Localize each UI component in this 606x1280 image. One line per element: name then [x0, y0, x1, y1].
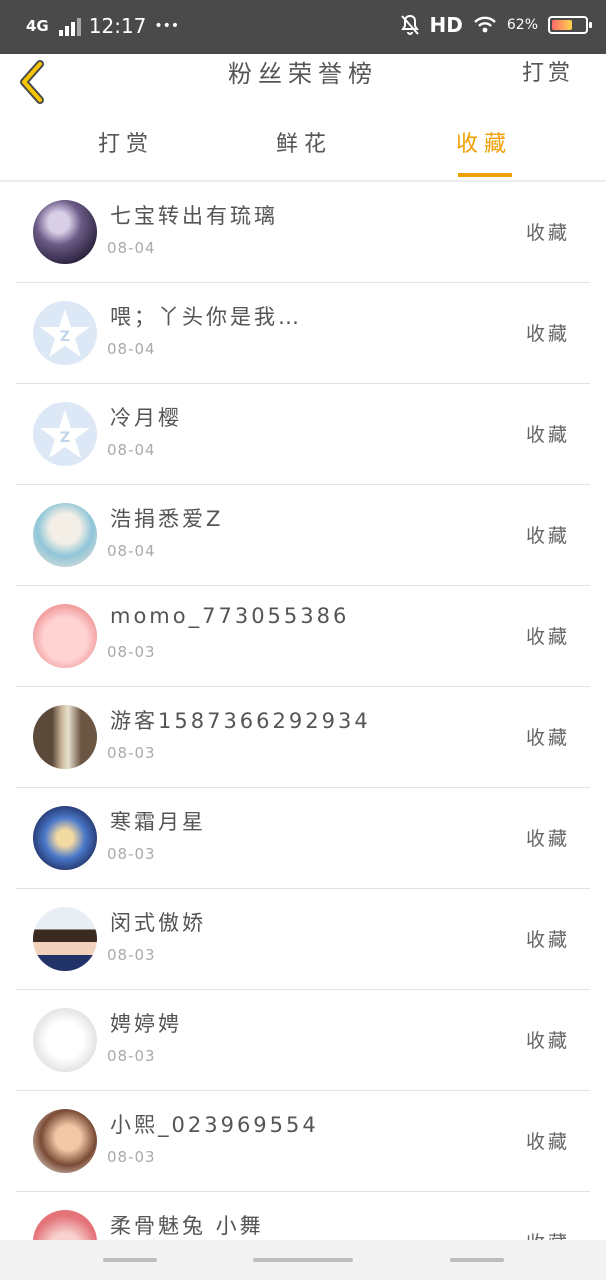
action-label: 收藏: [525, 727, 570, 749]
battery-icon: [548, 16, 592, 34]
user-name: 小熙_023969554: [110, 1113, 319, 1137]
status-bar: 4G 12:17 ••• HD 62%: [0, 0, 606, 54]
date-label: 08-04: [107, 340, 156, 358]
action-label: 收藏: [525, 626, 570, 648]
avatar[interactable]: [33, 503, 97, 567]
svg-text:Z: Z: [60, 329, 70, 345]
user-name: 冷月樱: [110, 406, 182, 430]
avatar[interactable]: [33, 1109, 97, 1173]
list-item[interactable]: Z 喂；丫头你是我… 08-04 收藏: [16, 283, 590, 384]
action-label: 收藏: [525, 1030, 570, 1052]
status-left: 4G 12:17 •••: [26, 14, 179, 38]
action-label: 收藏: [525, 424, 570, 446]
battery-percent: 62%: [506, 17, 538, 33]
more-dots: •••: [154, 18, 180, 34]
date-label: 08-03: [107, 643, 156, 661]
action-label: 收藏: [525, 929, 570, 951]
action-label: 收藏: [525, 828, 570, 850]
user-name: 娉婷娉: [110, 1012, 182, 1036]
hd-indicator: HD: [429, 13, 463, 37]
date-label: 08-03: [107, 744, 156, 762]
list-item[interactable]: 七宝转出有琉璃 08-04 收藏: [16, 182, 590, 283]
date-label: 08-04: [107, 441, 156, 459]
tip-button[interactable]: 打赏: [522, 54, 574, 94]
date-label: 08-04: [107, 239, 156, 257]
nav-back-button[interactable]: [450, 1258, 504, 1262]
list-item[interactable]: 寒霜月星 08-03 收藏: [16, 788, 590, 889]
date-label: 08-03: [107, 946, 156, 964]
avatar[interactable]: [33, 806, 97, 870]
avatar[interactable]: [33, 1210, 97, 1240]
date-label: 08-03: [107, 845, 156, 863]
nav-home-button[interactable]: [253, 1258, 353, 1262]
signal-icon: [58, 16, 81, 36]
tab-flowers[interactable]: 鲜花: [244, 114, 364, 180]
app-header: 粉丝荣誉榜 打赏: [0, 54, 606, 115]
list-item[interactable]: momo_773055386 08-03 收藏: [16, 586, 590, 687]
date-label: 08-03: [107, 1148, 156, 1166]
default-avatar-icon: Z: [40, 309, 90, 357]
system-nav-bar: [0, 1240, 606, 1280]
date-label: 08-04: [107, 542, 156, 560]
user-name: 浩捐悉爱Z: [110, 507, 224, 531]
network-type: 4G: [26, 17, 49, 35]
action-label: 收藏: [525, 1131, 570, 1153]
user-name: 七宝转出有琉璃: [110, 204, 278, 228]
tab-bar: 打赏 鲜花 收藏: [0, 114, 606, 182]
user-name: 寒霜月星: [110, 810, 206, 834]
fan-list: 七宝转出有琉璃 08-04 收藏 Z 喂；丫头你是我… 08-04 收藏 Z 冷月樱 08-04 收…: [0, 182, 606, 1240]
list-item[interactable]: 小熙_023969554 08-03 收藏: [16, 1091, 590, 1192]
action-label: 收藏: [526, 1228, 570, 1240]
list-item[interactable]: Z 冷月樱 08-04 收藏: [16, 384, 590, 485]
list-item[interactable]: 柔骨魅兔 小舞收藏: [16, 1192, 590, 1240]
svg-text:Z: Z: [60, 430, 70, 446]
list-item[interactable]: 游客1587366292934 08-03 收藏: [16, 687, 590, 788]
user-name: 喂；丫头你是我…: [110, 305, 302, 329]
action-label: 收藏: [525, 222, 570, 244]
user-name: 闵式傲娇: [110, 911, 206, 935]
avatar[interactable]: [33, 907, 97, 971]
action-label: 收藏: [525, 525, 570, 547]
action-label: 收藏: [525, 323, 570, 345]
battery-level: [552, 20, 572, 30]
wifi-icon: [474, 16, 496, 33]
user-name: momo_773055386: [110, 604, 350, 628]
tab-favorites[interactable]: 收藏: [424, 114, 544, 180]
avatar[interactable]: Z: [33, 301, 97, 365]
avatar[interactable]: [33, 705, 97, 769]
clock: 12:17: [88, 14, 147, 38]
avatar[interactable]: [33, 604, 97, 668]
avatar[interactable]: [33, 1008, 97, 1072]
user-name: 游客1587366292934: [110, 709, 371, 733]
user-name: 柔骨魅兔 小舞: [110, 1214, 264, 1238]
default-avatar-icon: Z: [40, 410, 90, 458]
status-right: HD 62%: [400, 13, 592, 37]
page-title: 粉丝荣誉榜: [228, 60, 378, 88]
list-item[interactable]: 浩捐悉爱Z 08-04 收藏: [16, 485, 590, 586]
date-label: 08-03: [107, 1047, 156, 1065]
avatar[interactable]: Z: [33, 402, 97, 466]
avatar[interactable]: [33, 200, 97, 264]
bell-off-icon: [400, 14, 419, 35]
tab-tip[interactable]: 打赏: [66, 114, 186, 180]
nav-menu-button[interactable]: [103, 1258, 157, 1262]
list-item[interactable]: 闵式傲娇 08-03 收藏: [16, 889, 590, 990]
list-item[interactable]: 娉婷娉 08-03 收藏: [16, 990, 590, 1091]
